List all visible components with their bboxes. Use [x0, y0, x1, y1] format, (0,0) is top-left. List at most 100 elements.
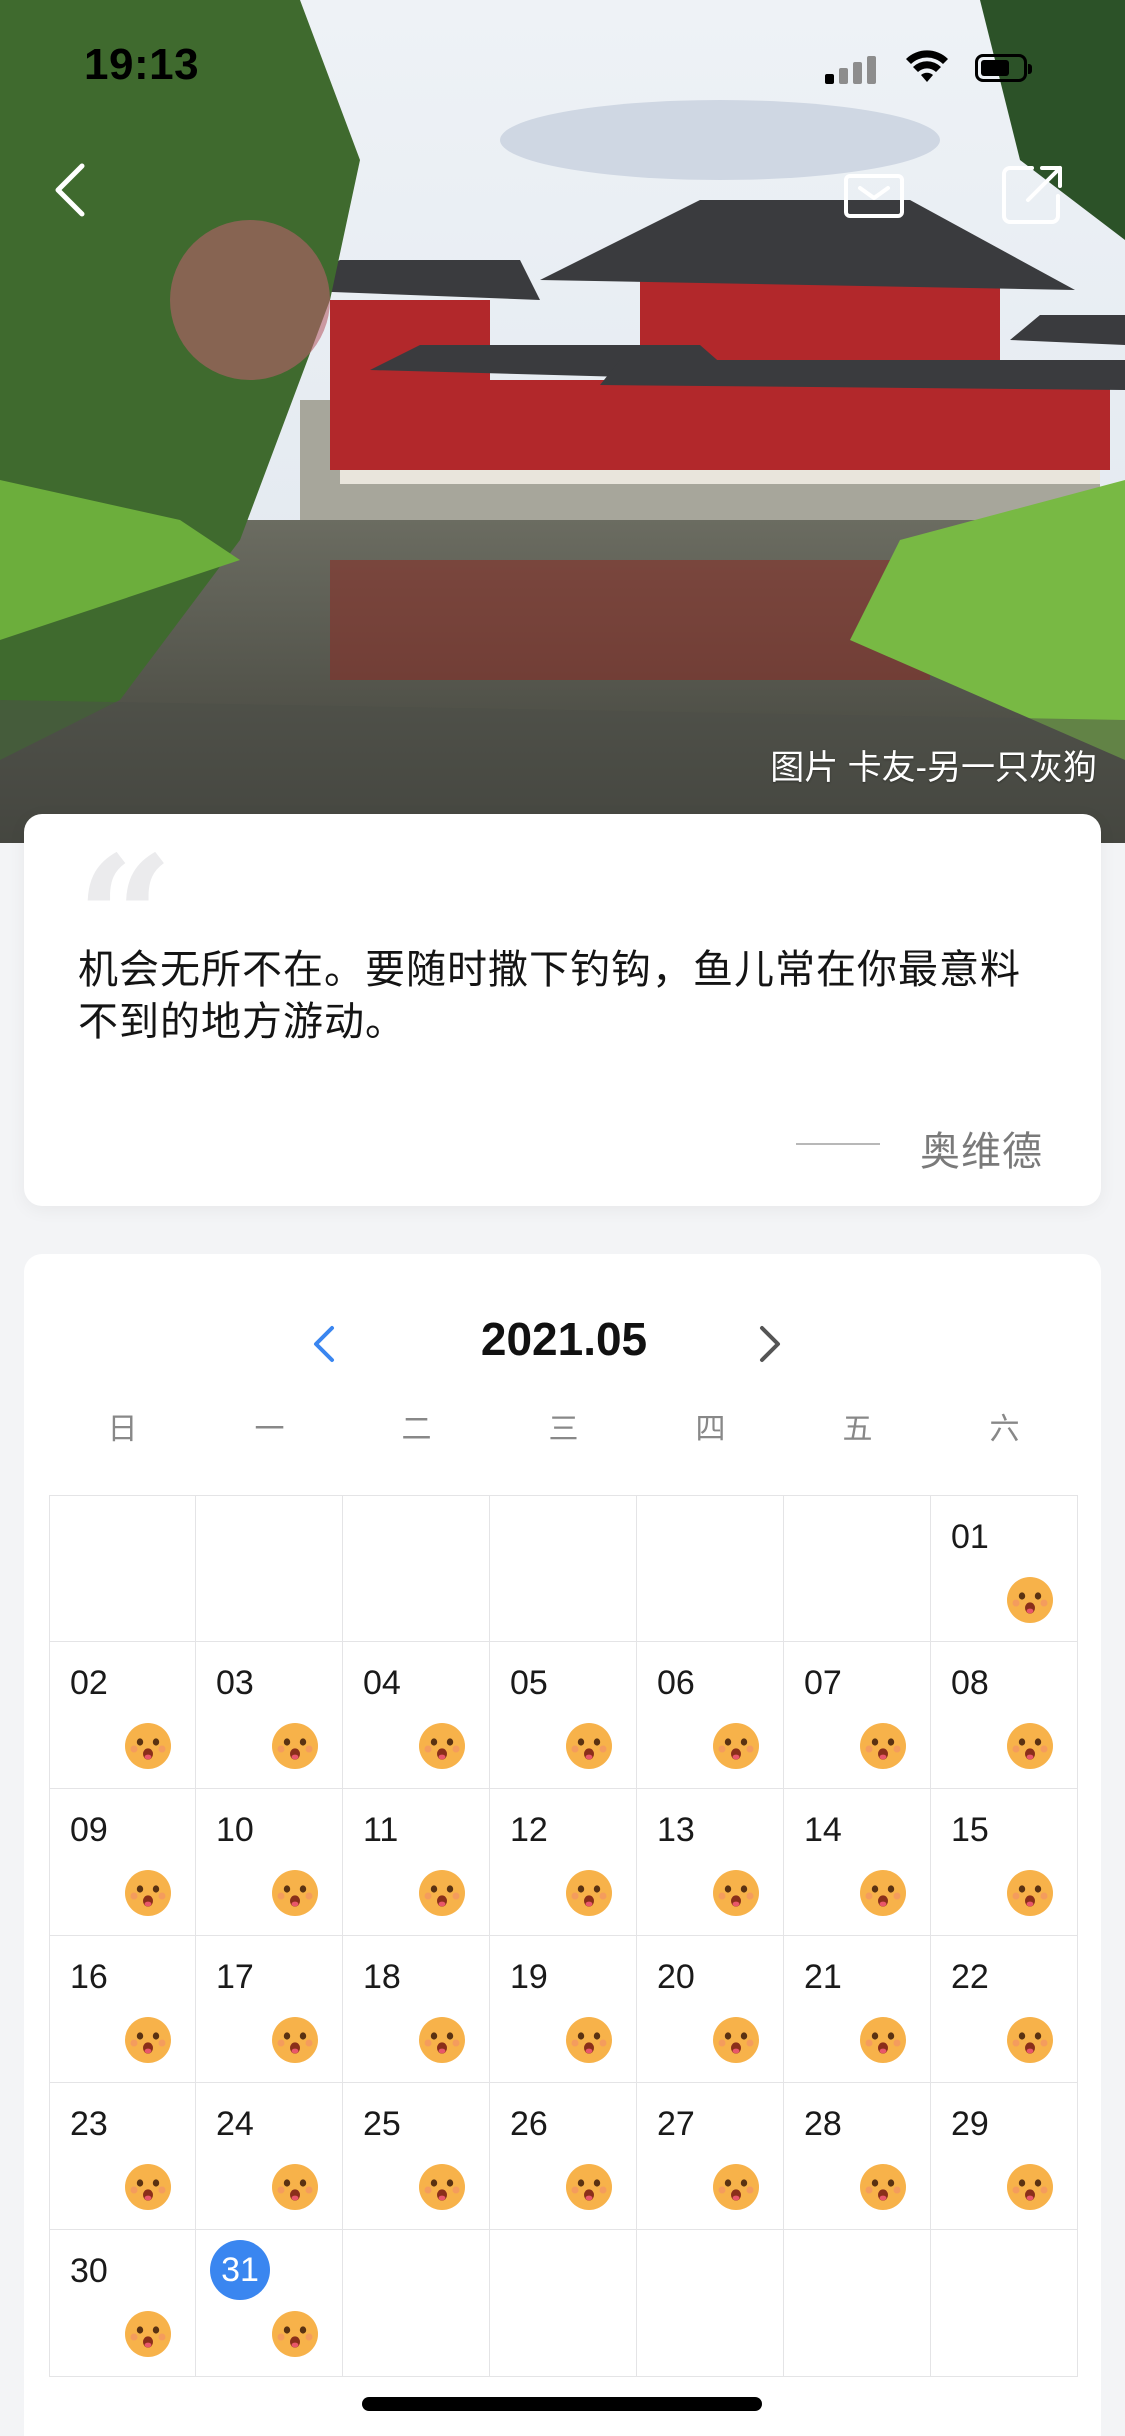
calendar-day-cell[interactable]: 16 — [49, 1936, 196, 2083]
calendar-day-cell[interactable]: 13 — [637, 1789, 784, 1936]
calendar-day-cell[interactable]: 03 — [196, 1642, 343, 1789]
smiling-face-icon — [417, 1868, 467, 1918]
status-bar: 19:13 — [0, 0, 1125, 140]
smiling-face-icon — [270, 2162, 320, 2212]
share-icon[interactable] — [998, 160, 1066, 228]
weekday-label: 五 — [842, 1413, 873, 1446]
calendar-day-cell[interactable]: 12 — [490, 1789, 637, 1936]
calendar-day-cell[interactable]: 04 — [343, 1642, 490, 1789]
weekday-label: 二 — [401, 1413, 432, 1446]
smiling-face-icon — [270, 1721, 320, 1771]
day-number: 29 — [951, 2105, 989, 2143]
next-month-button[interactable] — [750, 1314, 790, 1374]
day-number: 26 — [510, 2105, 548, 2143]
home-indicator — [362, 2397, 762, 2411]
calendar-day-cell[interactable]: 01 — [931, 1495, 1078, 1642]
calendar-day-cell[interactable]: 18 — [343, 1936, 490, 2083]
smiling-face-icon — [711, 1721, 761, 1771]
calendar-day-cell[interactable]: 08 — [931, 1642, 1078, 1789]
calendar-day-cell[interactable]: 14 — [784, 1789, 931, 1936]
day-number: 09 — [70, 1811, 108, 1849]
smiling-face-icon — [564, 1868, 614, 1918]
smiling-face-icon — [270, 2309, 320, 2359]
calendar-day-cell[interactable]: 24 — [196, 2083, 343, 2230]
smiling-face-icon — [270, 1868, 320, 1918]
calendar-empty-cell — [49, 1495, 196, 1642]
prev-month-button[interactable] — [304, 1314, 344, 1374]
day-number: 30 — [70, 2252, 108, 2290]
smiling-face-icon — [711, 2015, 761, 2065]
battery-icon — [975, 54, 1032, 82]
chevron-left-icon[interactable] — [50, 160, 90, 220]
day-number: 02 — [70, 1664, 108, 1702]
day-number: 20 — [657, 1958, 695, 1996]
smiling-face-icon — [270, 2015, 320, 2065]
calendar-day-cell[interactable]: 27 — [637, 2083, 784, 2230]
calendar-day-cell[interactable]: 25 — [343, 2083, 490, 2230]
smiling-face-icon — [123, 1868, 173, 1918]
smiling-face-icon — [858, 1721, 908, 1771]
author-dash-line — [796, 1143, 880, 1145]
day-number: 27 — [657, 2105, 695, 2143]
calendar-empty-cell — [343, 1495, 490, 1642]
calendar-day-cell[interactable]: 26 — [490, 2083, 637, 2230]
calendar-card: 2021.05 日 一 二 三 四 五 六 01 02 03 04 05 06 07 08 09… — [24, 1254, 1101, 2436]
status-icons — [825, 48, 1065, 88]
day-number: 15 — [951, 1811, 989, 1849]
calendar-day-cell[interactable]: 31 — [196, 2230, 343, 2377]
day-number: 24 — [216, 2105, 254, 2143]
calendar-day-cell[interactable]: 20 — [637, 1936, 784, 2083]
calendar-week-row: 30 31 — [49, 2230, 1078, 2377]
calendar-day-cell[interactable]: 02 — [49, 1642, 196, 1789]
weekday-label: 六 — [989, 1413, 1020, 1446]
calendar-day-cell[interactable]: 17 — [196, 1936, 343, 2083]
smiling-face-icon — [123, 1721, 173, 1771]
weekday-label: 三 — [548, 1413, 579, 1446]
calendar-empty-cell — [784, 2230, 931, 2377]
calendar-day-cell[interactable]: 21 — [784, 1936, 931, 2083]
smiling-face-icon — [564, 2015, 614, 2065]
calendar-day-cell[interactable]: 15 — [931, 1789, 1078, 1936]
day-number: 11 — [363, 1811, 399, 1849]
smiling-face-icon — [417, 1721, 467, 1771]
smiling-face-icon — [564, 2162, 614, 2212]
smiling-face-icon — [564, 1721, 614, 1771]
calendar-day-cell[interactable]: 19 — [490, 1936, 637, 2083]
calendar-empty-cell — [784, 1495, 931, 1642]
calendar-day-cell[interactable]: 29 — [931, 2083, 1078, 2230]
photo-credit: 图片 卡友-另一只灰狗 — [770, 749, 1097, 787]
calendar-day-cell[interactable]: 30 — [49, 2230, 196, 2377]
day-number: 18 — [363, 1958, 401, 1996]
calendar-week-row: 16 17 18 19 20 21 22 — [49, 1936, 1078, 2083]
calendar-day-cell[interactable]: 06 — [637, 1642, 784, 1789]
mail-icon[interactable] — [842, 158, 906, 226]
calendar-day-cell[interactable]: 05 — [490, 1642, 637, 1789]
day-number: 03 — [216, 1664, 254, 1702]
day-number: 19 — [510, 1958, 548, 1996]
calendar-day-cell[interactable]: 11 — [343, 1789, 490, 1936]
quote-text: 机会无所不在。要随时撒下钓钩，鱼儿常在你最意料不到的地方游动。 — [78, 948, 1021, 1044]
calendar-empty-cell — [637, 2230, 784, 2377]
smiling-face-icon — [123, 2309, 173, 2359]
smiling-face-icon — [417, 2015, 467, 2065]
calendar-day-cell[interactable]: 23 — [49, 2083, 196, 2230]
calendar-day-cell[interactable]: 28 — [784, 2083, 931, 2230]
calendar-day-cell[interactable]: 07 — [784, 1642, 931, 1789]
weekday-label: 日 — [107, 1413, 138, 1446]
today-day-number: 31 — [210, 2240, 270, 2300]
day-number: 17 — [216, 1958, 254, 1996]
day-number: 10 — [216, 1811, 254, 1849]
calendar-day-cell[interactable]: 09 — [49, 1789, 196, 1936]
calendar-empty-cell — [637, 1495, 784, 1642]
calendar-day-cell[interactable]: 22 — [931, 1936, 1078, 2083]
calendar-day-cell[interactable]: 10 — [196, 1789, 343, 1936]
calendar-week-row: 09 10 11 12 13 14 15 — [49, 1789, 1078, 1936]
day-number: 25 — [363, 2105, 401, 2143]
quote-author: 奥维德 — [920, 1130, 1043, 1174]
weekday-header: 日 一 二 三 四 五 六 — [49, 1404, 1078, 1454]
smiling-face-icon — [1005, 1868, 1055, 1918]
calendar-week-row: 01 — [49, 1495, 1078, 1642]
smiling-face-icon — [711, 2162, 761, 2212]
calendar-grid: 01 02 03 04 05 06 07 08 09 10 11 12 13 14 15 16 17 18 19 20… — [49, 1495, 1078, 2377]
calendar-week-row: 02 03 04 05 06 07 08 — [49, 1642, 1078, 1789]
